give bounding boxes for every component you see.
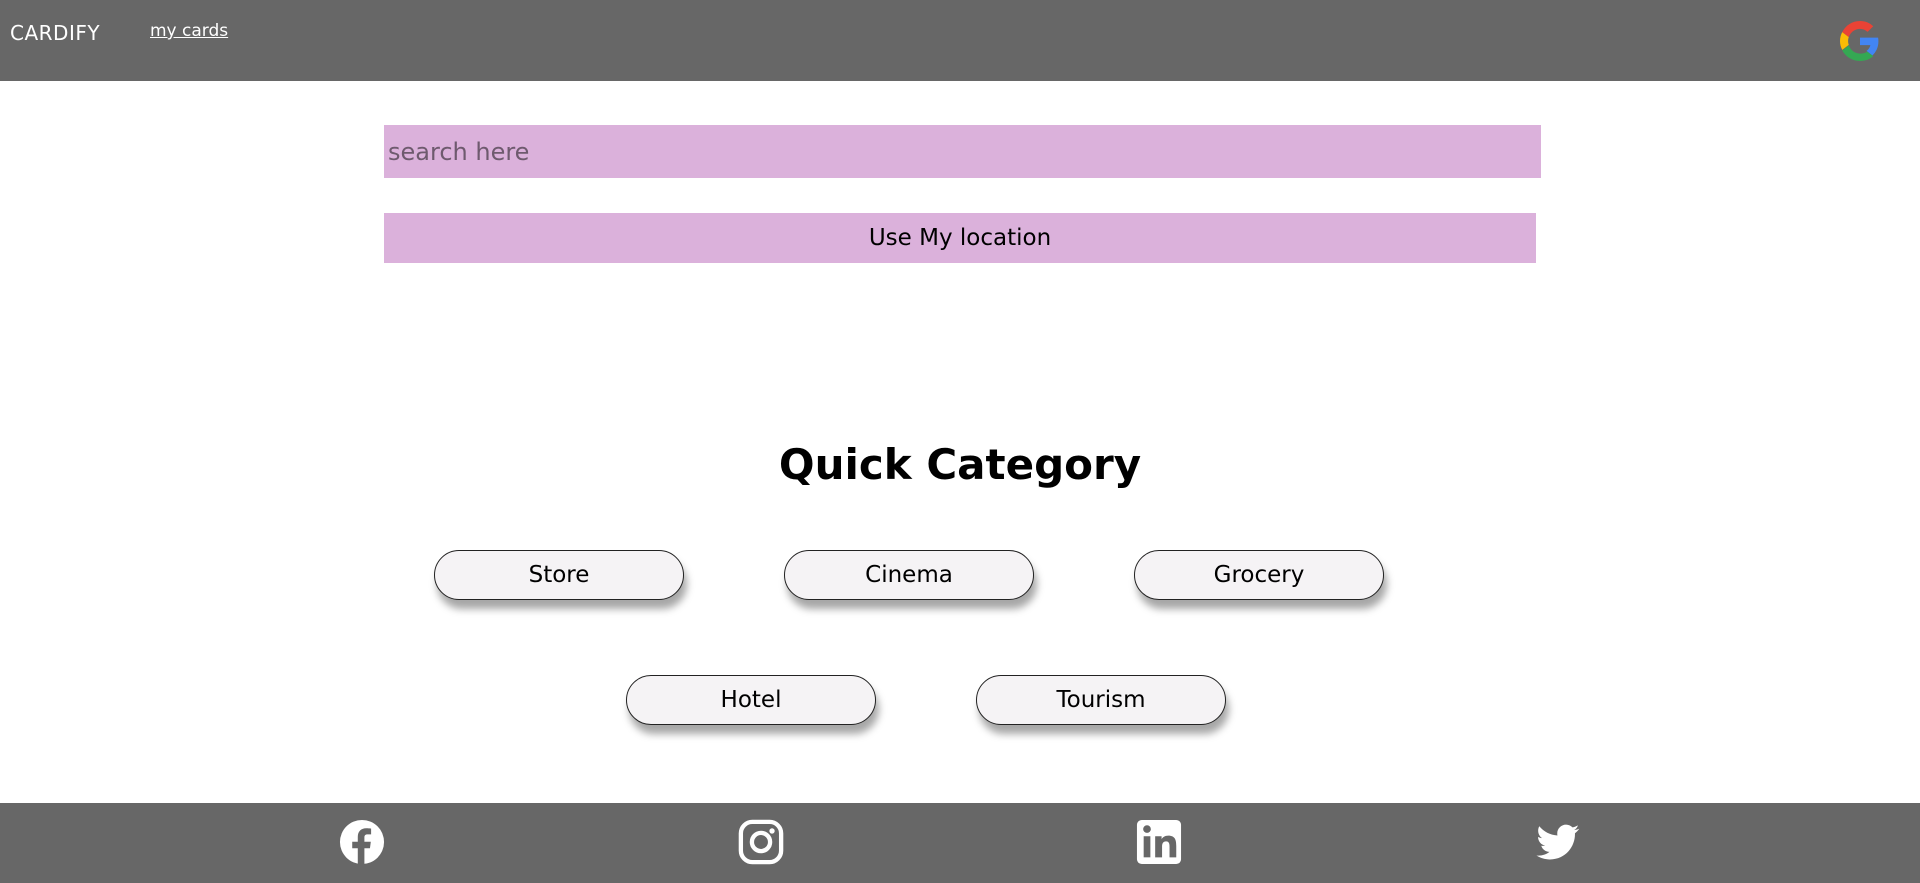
- category-store-button[interactable]: Store: [434, 550, 684, 600]
- linkedin-icon[interactable]: [1136, 819, 1182, 865]
- category-tourism-button[interactable]: Tourism: [976, 675, 1226, 725]
- use-my-location-button[interactable]: Use My location: [384, 213, 1536, 263]
- search-input[interactable]: [384, 125, 1541, 178]
- google-icon[interactable]: [1840, 21, 1880, 61]
- category-grocery-button[interactable]: Grocery: [1134, 550, 1384, 600]
- quick-category-heading: Quick Category: [778, 440, 1142, 489]
- category-hotel-button[interactable]: Hotel: [626, 675, 876, 725]
- instagram-icon[interactable]: [738, 819, 784, 865]
- brand-logo-text[interactable]: CARDIFY: [10, 21, 100, 45]
- nav-link-my-cards[interactable]: my cards: [150, 21, 228, 41]
- category-cinema-button[interactable]: Cinema: [784, 550, 1034, 600]
- twitter-icon[interactable]: [1535, 819, 1581, 865]
- footer-bar: [0, 803, 1920, 883]
- facebook-icon[interactable]: [339, 819, 385, 865]
- top-navbar: CARDIFY my cards: [0, 0, 1920, 81]
